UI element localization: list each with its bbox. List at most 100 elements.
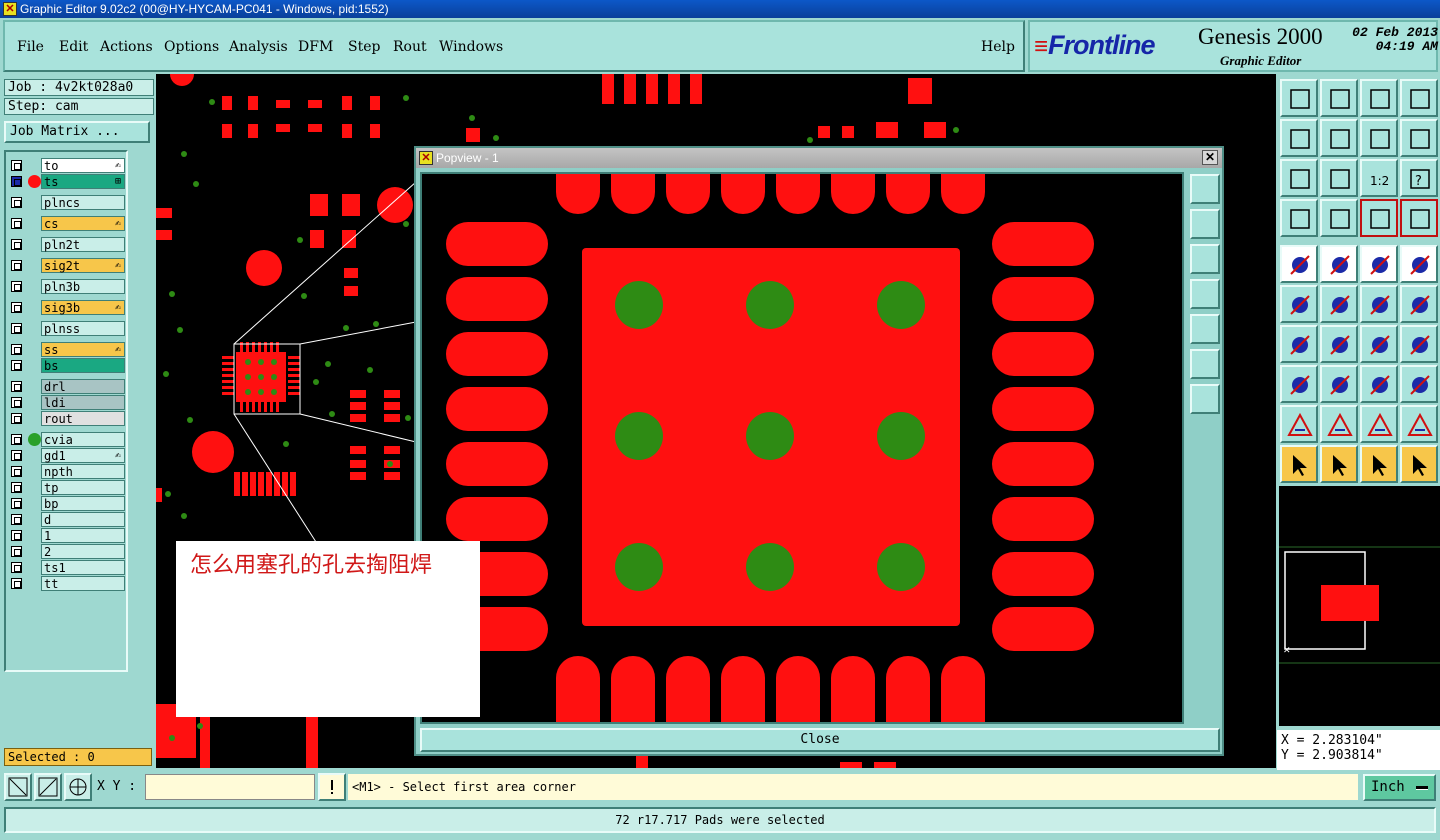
- layer-name[interactable]: ldi: [41, 395, 125, 410]
- pv-zoom-out-icon[interactable]: [1190, 384, 1220, 414]
- layer-checkbox[interactable]: [11, 530, 22, 541]
- layer-checkbox[interactable]: [11, 160, 22, 171]
- step-right-icon[interactable]: [1320, 119, 1358, 157]
- layer-name[interactable]: tt: [41, 576, 125, 591]
- layer-row[interactable]: sig3b ✍: [8, 300, 126, 315]
- angle-icon[interactable]: [1280, 325, 1318, 363]
- menu-windows[interactable]: Windows: [439, 39, 503, 55]
- cross-icon[interactable]: [1320, 285, 1358, 323]
- overview-map[interactable]: ✕: [1279, 486, 1440, 726]
- layer-name[interactable]: cvia: [41, 432, 125, 447]
- popview-canvas[interactable]: [420, 144, 1184, 746]
- center-icon[interactable]: [1320, 159, 1358, 197]
- layer-row[interactable]: drl: [8, 379, 126, 394]
- step-left-icon[interactable]: [1280, 119, 1318, 157]
- layer-checkbox[interactable]: [11, 482, 22, 493]
- layer-row[interactable]: npth: [8, 464, 126, 479]
- layer-checkbox[interactable]: [11, 562, 22, 573]
- pad-select-icon[interactable]: [1280, 245, 1318, 283]
- layer-name[interactable]: npth: [41, 464, 125, 479]
- home-down-icon[interactable]: [1320, 79, 1358, 117]
- layer-row[interactable]: cs ✍: [8, 216, 126, 231]
- popview-close-button[interactable]: Close: [420, 728, 1220, 752]
- layer-checkbox[interactable]: [11, 218, 22, 229]
- menu-help[interactable]: Help: [981, 39, 1015, 55]
- layer-name[interactable]: plncs: [41, 195, 125, 210]
- triangle2-icon[interactable]: [1320, 405, 1358, 443]
- menu-analysis[interactable]: Analysis: [229, 39, 288, 55]
- move-pad-icon[interactable]: [1280, 365, 1318, 403]
- fit-icon[interactable]: [1280, 159, 1318, 197]
- units-selector[interactable]: Inch: [1363, 774, 1436, 801]
- menu-options[interactable]: Options: [164, 39, 219, 55]
- menu-edit[interactable]: Edit: [59, 39, 88, 55]
- grid-toggle-icon[interactable]: [1320, 199, 1358, 237]
- dot-icon[interactable]: [1400, 245, 1438, 283]
- layer-checkbox[interactable]: [11, 344, 22, 355]
- menu-step[interactable]: Step: [348, 39, 380, 55]
- layer-name[interactable]: bp: [41, 496, 125, 511]
- net-icon[interactable]: [1360, 199, 1398, 237]
- probe-icon[interactable]: [1280, 199, 1318, 237]
- help-icon[interactable]: ?: [1400, 159, 1438, 197]
- layer-name[interactable]: sig3b ✍: [41, 300, 125, 315]
- group-icon[interactable]: [1400, 365, 1438, 403]
- layer-name[interactable]: d: [41, 512, 125, 527]
- layer-row[interactable]: plnss: [8, 321, 126, 336]
- triangle4-icon[interactable]: [1400, 405, 1438, 443]
- window-icon[interactable]: [1400, 79, 1438, 117]
- layer-name[interactable]: rout: [41, 411, 125, 426]
- pv-pan-up-icon[interactable]: [1190, 209, 1220, 239]
- layer-checkbox[interactable]: [11, 281, 22, 292]
- layer-row[interactable]: tp: [8, 480, 126, 495]
- pv-zoom-icon[interactable]: [1190, 174, 1220, 204]
- layer-name[interactable]: drl: [41, 379, 125, 394]
- layer-row[interactable]: bp: [8, 496, 126, 511]
- layer-row[interactable]: ss ✍: [8, 342, 126, 357]
- net-red-icon[interactable]: [1400, 199, 1438, 237]
- pv-zoom-in-icon[interactable]: [1190, 349, 1220, 379]
- layer-checkbox[interactable]: [11, 197, 22, 208]
- layer-name[interactable]: cs ✍: [41, 216, 125, 231]
- split-icon[interactable]: [1360, 119, 1398, 157]
- ratio-icon[interactable]: 1:2: [1360, 159, 1398, 197]
- measure-icon[interactable]: [34, 773, 62, 801]
- layer-name[interactable]: pln3b: [41, 279, 125, 294]
- layer-row[interactable]: ldi: [8, 395, 126, 410]
- pointer2-icon[interactable]: [1360, 445, 1398, 483]
- layer-checkbox[interactable]: [11, 450, 22, 461]
- home-up-icon[interactable]: [1280, 79, 1318, 117]
- menu-actions[interactable]: Actions: [100, 39, 153, 55]
- pv-pan-down-icon[interactable]: [1190, 244, 1220, 274]
- layer-checkbox[interactable]: [11, 176, 22, 187]
- layer-row[interactable]: bs: [8, 358, 126, 373]
- popview-close-icon[interactable]: ✕: [1202, 150, 1218, 165]
- layer-checkbox[interactable]: [11, 323, 22, 334]
- layer-row[interactable]: plncs: [8, 195, 126, 210]
- layer-name[interactable]: to ✍: [41, 158, 125, 173]
- minus-icon[interactable]: [1320, 365, 1358, 403]
- layer-checkbox[interactable]: [11, 413, 22, 424]
- layer-checkbox[interactable]: [11, 397, 22, 408]
- layer-row[interactable]: gd1 ✍: [8, 448, 126, 463]
- layer-name[interactable]: gd1 ✍: [41, 448, 125, 463]
- dim-icon[interactable]: [1360, 365, 1398, 403]
- layer-name[interactable]: sig2t ✍: [41, 258, 125, 273]
- layer-name[interactable]: ts ⊞: [41, 174, 125, 189]
- layer-checkbox[interactable]: [11, 360, 22, 371]
- layer-row[interactable]: 1: [8, 528, 126, 543]
- line-add2-icon[interactable]: [1400, 285, 1438, 323]
- menu-rout[interactable]: Rout: [393, 39, 427, 55]
- layer-checkbox[interactable]: [11, 498, 22, 509]
- layer-name[interactable]: pln2t: [41, 237, 125, 252]
- snap-icon[interactable]: [4, 773, 32, 801]
- alert-icon[interactable]: [318, 773, 346, 801]
- s-curve-icon[interactable]: [1400, 119, 1438, 157]
- line-edit-icon[interactable]: [1320, 325, 1358, 363]
- layer-checkbox[interactable]: [11, 578, 22, 589]
- pv-pan-left-icon[interactable]: [1190, 279, 1220, 309]
- layer-row[interactable]: d: [8, 512, 126, 527]
- menu-dfm[interactable]: DFM: [298, 39, 333, 55]
- triangle-icon[interactable]: [1280, 405, 1318, 443]
- cluster-icon[interactable]: [1280, 285, 1318, 323]
